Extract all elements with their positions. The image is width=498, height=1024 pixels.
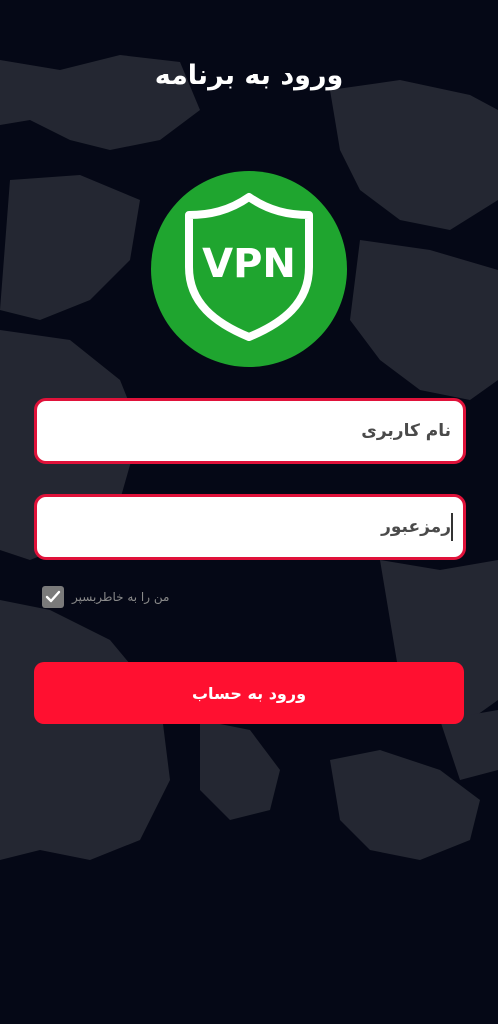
page-title: ورود به برنامه	[154, 60, 344, 91]
password-field-wrapper	[34, 494, 466, 560]
username-field-wrapper	[34, 398, 466, 464]
remember-me-checkbox[interactable]	[42, 586, 64, 608]
remember-me[interactable]: من را به خاطربسپر	[42, 586, 169, 608]
vpn-logo: VPN	[151, 171, 347, 367]
username-input[interactable]	[37, 401, 463, 461]
text-cursor	[451, 513, 453, 541]
login-button[interactable]: ورود به حساب	[34, 662, 464, 724]
vpn-logo-text: VPN	[202, 241, 296, 287]
remember-me-label: من را به خاطربسپر	[72, 590, 170, 604]
password-input[interactable]	[37, 497, 463, 557]
check-icon	[45, 590, 61, 603]
vpn-shield-icon: VPN	[151, 171, 347, 367]
